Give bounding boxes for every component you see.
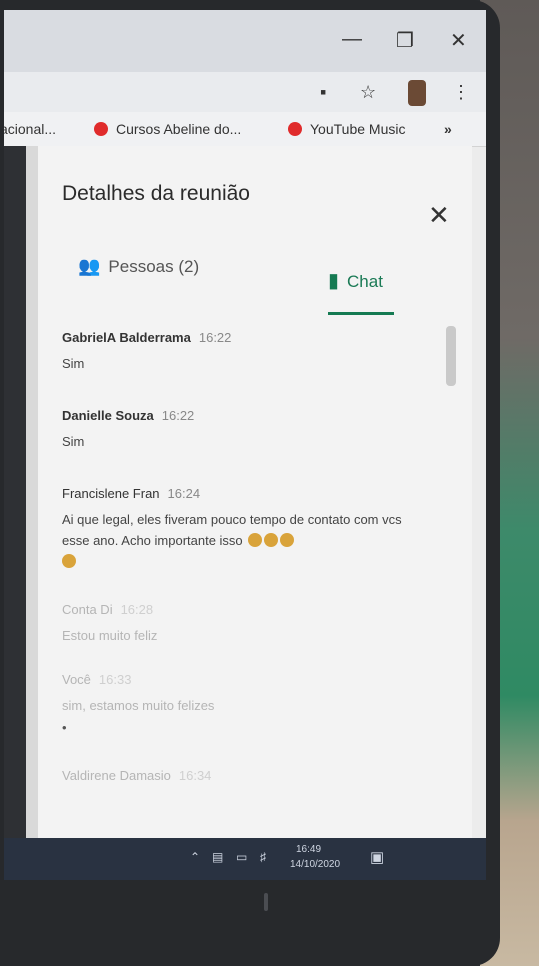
bookmark-label: Cursos Abeline do... xyxy=(116,121,242,137)
battery-icon[interactable]: ▭ xyxy=(236,850,247,864)
menu-icon[interactable]: ⋮ xyxy=(452,82,470,103)
tray-chevron-icon[interactable]: ⌃ xyxy=(190,850,200,864)
clapping-emoji-icon xyxy=(264,533,279,547)
close-panel-icon[interactable]: ✕ xyxy=(428,200,450,231)
chat-message: Conta Di 16:28 Estou muito feliz xyxy=(62,602,422,646)
taskbar-date[interactable]: 14/10/2020 xyxy=(290,859,340,870)
panel-title: Detalhes da reunião xyxy=(62,182,250,205)
message-text: sim, estamos muito felizes xyxy=(62,698,215,713)
bookmarks-bar: acional... Cursos Abeline do... YouTube … xyxy=(4,112,486,147)
tab-chat[interactable]: ▮ Chat xyxy=(328,268,383,293)
bookmark-item[interactable]: Cursos Abeline do... xyxy=(94,121,241,137)
taskbar-time[interactable]: 16:49 xyxy=(296,844,321,855)
bookmark-favicon-icon xyxy=(94,122,108,136)
chat-message: GabrielA Balderrama 16:22 Sim xyxy=(62,330,422,374)
meeting-details-panel: Detalhes da reunião ✕ 👥 Pessoas (2) ▮ Chat… xyxy=(38,146,472,838)
minimize-icon[interactable]: — xyxy=(342,28,362,51)
chat-message: Valdirene Damasio 16:34 xyxy=(62,768,422,791)
volume-icon[interactable]: ♯ xyxy=(260,850,266,864)
notifications-icon[interactable]: ▣ xyxy=(370,848,384,866)
message-text: Ai que legal, eles fiveram pouco tempo d… xyxy=(62,509,422,572)
message-time: 16:33 xyxy=(98,672,132,687)
message-time: 16:28 xyxy=(120,602,154,617)
browser-titlebar: — ❐ ✕ xyxy=(4,10,486,72)
message-time: 16:24 xyxy=(167,486,201,501)
restore-icon[interactable]: ❐ xyxy=(396,28,414,53)
message-sender: Valdirene Damasio xyxy=(62,768,171,783)
bookmark-label: acional... xyxy=(4,121,57,137)
panel-divider xyxy=(26,146,38,880)
message-text-content: Ai que legal, eles fiveram pouco tempo d… xyxy=(62,512,402,548)
network-icon[interactable]: ▤ xyxy=(212,850,223,864)
tab-chat-label: Chat xyxy=(347,272,383,291)
more-bookmarks-icon[interactable]: » xyxy=(444,121,452,137)
chat-icon: ▮ xyxy=(328,270,340,292)
message-dot: • xyxy=(62,720,67,735)
youtube-music-icon xyxy=(288,122,302,136)
clapping-emoji-icon xyxy=(280,533,295,547)
star-icon[interactable]: ☆ xyxy=(360,82,376,103)
clapping-emoji-icon xyxy=(248,533,263,547)
chat-scrollbar[interactable] xyxy=(446,326,456,386)
close-window-icon[interactable]: ✕ xyxy=(450,28,467,53)
tab-people[interactable]: 👥 Pessoas (2) xyxy=(78,256,199,277)
message-time: 16:22 xyxy=(161,408,195,423)
bookmark-item[interactable]: acional... xyxy=(4,121,56,137)
message-time: 16:34 xyxy=(178,768,212,783)
chat-message: Danielle Souza 16:22 Sim xyxy=(62,408,422,452)
message-sender: Conta Di xyxy=(62,602,113,617)
active-tab-indicator xyxy=(328,312,394,315)
message-text: Sim xyxy=(62,356,85,371)
meeting-video-area xyxy=(4,146,26,880)
message-text: Sim xyxy=(62,434,85,449)
chat-message: Você 16:33 sim, estamos muito felizes • xyxy=(62,672,422,735)
camera-icon[interactable]: ▪ xyxy=(320,82,326,103)
bezel-indicator xyxy=(264,893,268,911)
bookmark-item[interactable]: YouTube Music xyxy=(288,121,405,137)
message-sender: Você xyxy=(62,672,91,687)
message-sender: Danielle Souza xyxy=(62,408,154,423)
smile-emoji-icon xyxy=(62,554,76,568)
bookmark-label: YouTube Music xyxy=(310,121,406,137)
screen: — ❐ ✕ ▪ ☆ ⋮ acional... Cursos Abeline do… xyxy=(4,10,486,880)
chat-message: Francislene Fran 16:24 Ai que legal, eles… xyxy=(62,486,422,572)
extension-icon[interactable] xyxy=(408,80,426,106)
message-sender: Francislene Fran xyxy=(62,486,160,501)
message-time: 16:22 xyxy=(198,330,232,345)
message-sender: GabrielA Balderrama xyxy=(62,330,191,345)
people-icon: 👥 xyxy=(78,256,101,276)
message-text: Estou muito feliz xyxy=(62,628,158,643)
tab-people-label: Pessoas (2) xyxy=(108,257,200,276)
windows-taskbar: ⌃ ▤ ▭ ♯ 16:49 14/10/2020 ▣ xyxy=(4,838,486,880)
